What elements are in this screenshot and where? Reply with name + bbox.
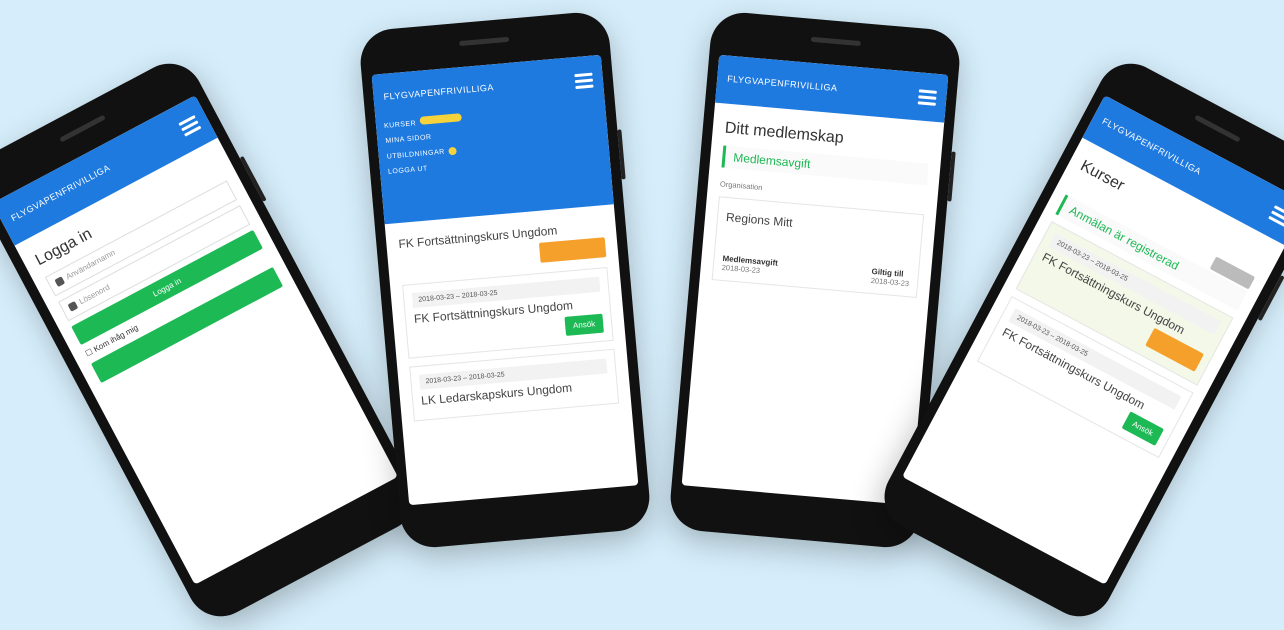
region-card: Regions Mitt Medlemsavgift 2018-03-23 Gil… bbox=[711, 196, 925, 298]
menu-panel: FLYGVAPENFRIVILLIGA KURSER MINA SIDOR UT… bbox=[371, 54, 614, 225]
notification-dot bbox=[448, 146, 458, 156]
membership-content: Ditt medlemskap Medlemsavgift Organisati… bbox=[698, 103, 944, 317]
screen: FLYGVAPENFRIVILLIGA KURSER MINA SIDOR UT… bbox=[371, 54, 639, 506]
hamburger-menu-icon[interactable] bbox=[917, 86, 937, 108]
course-list: FK Fortsättningskurs Ungdom 2018-03-23 –… bbox=[385, 204, 633, 440]
menu-item-logout[interactable]: LOGGA UT bbox=[388, 162, 467, 175]
speaker bbox=[810, 36, 861, 47]
course-card: 2018-03-23 – 2018-03-25 LK Ledarskapskur… bbox=[409, 348, 620, 422]
screen: FLYGVAPENFRIVILLIGA Kurser Anmälan är re… bbox=[902, 95, 1284, 585]
screen: FLYGVAPENFRIVILLIGA Logga in Användarnam… bbox=[0, 95, 398, 585]
apply-button[interactable]: Ansök bbox=[564, 313, 604, 336]
speaker bbox=[459, 36, 510, 47]
fee-row: Medlemsavgift 2018-03-23 Giltig till 2018-… bbox=[721, 254, 910, 288]
hamburger-menu-icon[interactable] bbox=[1267, 202, 1284, 229]
menu-badge bbox=[419, 113, 463, 125]
brand-logo: FLYGVAPENFRIVILLIGA bbox=[726, 73, 838, 94]
course-card: 2018-03-23 – 2018-03-25 FK Fortsättnings… bbox=[402, 267, 614, 359]
hamburger-menu-icon[interactable] bbox=[177, 112, 203, 139]
apply-button[interactable] bbox=[538, 237, 607, 263]
lock-icon bbox=[67, 300, 79, 312]
speaker bbox=[1194, 114, 1241, 143]
user-icon bbox=[54, 276, 66, 287]
menu-item-kurser[interactable]: KURSER bbox=[384, 113, 463, 130]
screen: FLYGVAPENFRIVILLIGA Ditt medlemskap Medl… bbox=[681, 54, 949, 506]
alert-title: Medlemsavgift bbox=[732, 150, 812, 172]
menu-item-mina-sidor[interactable]: MINA SIDOR bbox=[385, 131, 464, 145]
hamburger-menu-icon[interactable] bbox=[574, 70, 594, 92]
valid-date: 2018-03-23 bbox=[870, 275, 910, 289]
speaker bbox=[59, 114, 106, 143]
phone-login: FLYGVAPENFRIVILLIGA Logga in Användarnam… bbox=[0, 51, 428, 629]
menu-item-utbildningar[interactable]: UTBILDNINGAR bbox=[386, 146, 465, 161]
password-placeholder: Lösenord bbox=[77, 282, 112, 307]
region-name: Regions Mitt bbox=[725, 210, 794, 230]
phone-courses-menu: FLYGVAPENFRIVILLIGA KURSER MINA SIDOR UT… bbox=[357, 10, 653, 550]
brand-logo: FLYGVAPENFRIVILLIGA bbox=[383, 82, 495, 102]
